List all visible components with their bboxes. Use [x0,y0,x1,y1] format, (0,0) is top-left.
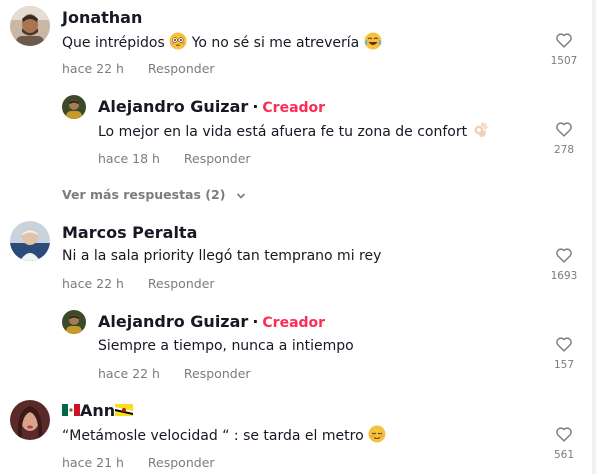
comment-meta: hace 18 h Responder [98,151,251,166]
chevron-down-icon [236,193,245,199]
like-count: 278 [553,144,575,156]
heart-icon [556,427,572,442]
avatar[interactable] [10,221,50,261]
comment-text: “Metámosle velocidad “ : se tarda el met… [62,425,386,446]
creator-badge: Creador [262,315,326,331]
reply-button[interactable]: Responder [148,455,215,470]
comment-text: Ni a la sala priority llegó tan temprano… [62,248,382,264]
reply-button[interactable]: Responder [148,61,215,76]
creator-badge: Creador [262,100,326,116]
like-count: 1507 [550,55,578,67]
comment-text: Que intrépidos Yo no sé si me atrevería [62,32,382,53]
like-button[interactable]: 1507 [540,32,588,67]
heart-icon [556,248,572,263]
username: Ann [62,401,134,421]
reply-button[interactable]: Responder [148,276,215,291]
like-count: 157 [553,359,575,371]
like-button[interactable]: 1693 [540,247,588,282]
username[interactable]: Jonathan [62,8,142,28]
reply-button[interactable]: Responder [184,151,251,166]
comment-meta: hace 22 h Responder [62,276,215,291]
like-button[interactable]: 278 [540,121,588,156]
username: Alejandro Guizar · Creador [98,312,326,331]
username: Alejandro Guizar · Creador [98,97,326,116]
avatar[interactable] [10,6,50,46]
comment-meta: hace 21 h Responder [62,455,215,470]
timestamp: hace 22 h [62,276,124,291]
timestamp: hace 18 h [98,151,160,166]
timestamp: hace 22 h [98,366,160,381]
username[interactable]: Marcos Peralta [62,223,197,243]
tears-of-joy-icon [364,32,382,50]
like-count: 1693 [550,270,578,282]
comment-text: Lo mejor en la vida está afuera fe tu zo… [98,121,490,142]
avatar[interactable] [62,310,86,334]
flushed-face-icon [169,32,187,50]
avatar[interactable] [62,95,86,119]
view-more-replies[interactable]: Ver más respuestas (2) [62,187,246,202]
heart-icon [556,33,572,48]
heart-icon [556,337,572,352]
like-button[interactable]: 561 [540,426,588,461]
comment-text: Siempre a tiempo, nunca a intiempo [98,338,354,354]
like-count: 561 [553,449,575,461]
heart-icon [556,122,572,137]
scrollbar[interactable] [592,0,596,474]
mexico-flag-icon [62,401,80,416]
brunei-flag-icon [115,401,134,416]
relieved-face-icon [368,425,386,443]
timestamp: hace 22 h [62,61,124,76]
comment-meta: hace 22 h Responder [62,61,215,76]
avatar[interactable] [10,400,50,440]
reply-button[interactable]: Responder [184,366,251,381]
like-button[interactable]: 157 [540,336,588,371]
comment-meta: hace 22 h Responder [98,366,251,381]
ok-hand-icon [472,121,490,139]
timestamp: hace 21 h [62,455,124,470]
